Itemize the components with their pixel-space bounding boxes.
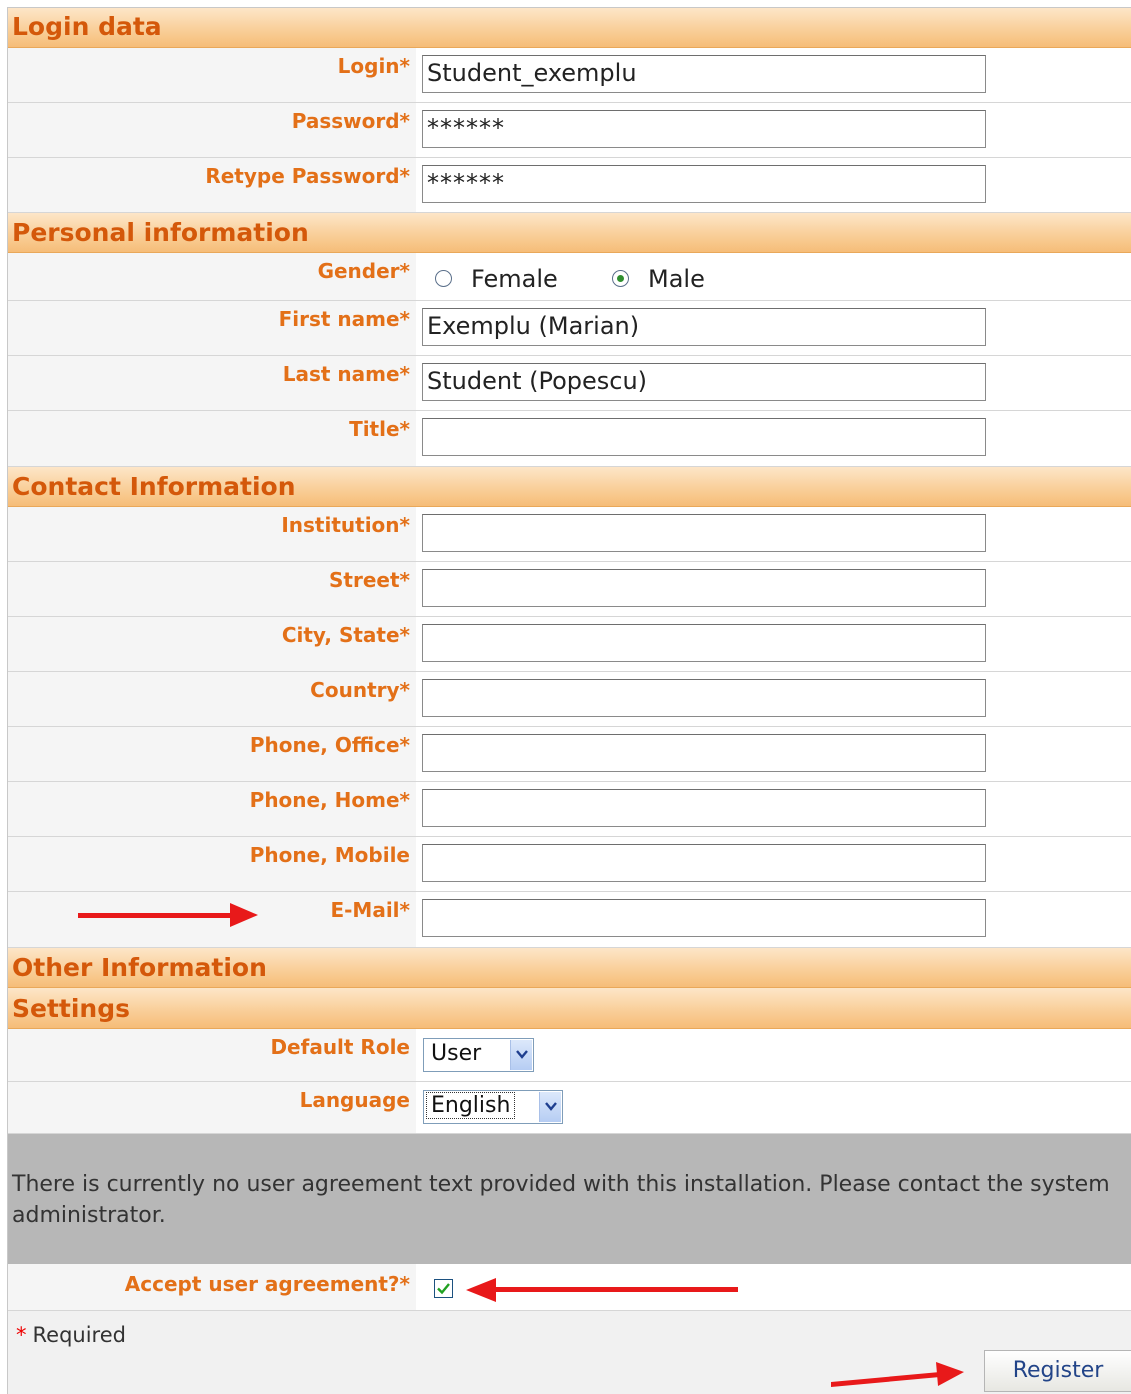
gender-female-label[interactable]: Female [471,265,558,293]
default-role-select[interactable]: User [423,1038,534,1072]
section-other-information: Other Information [8,948,1131,988]
default-role-label: Default Role [8,1029,416,1081]
phone-office-input[interactable] [422,734,986,772]
section-login-data: Login data [8,8,1131,48]
phone-mobile-label: Phone, Mobile [8,837,416,891]
section-contact-information: Contact Information [8,467,1131,507]
email-input[interactable] [422,899,986,937]
default-role-value: User [431,1041,482,1066]
register-button[interactable]: Register [984,1350,1131,1392]
login-input[interactable]: Student_exemplu [422,55,986,93]
phone-mobile-input[interactable] [422,844,986,882]
institution-label: Institution* [8,507,416,561]
section-personal-information: Personal information [8,213,1131,253]
first-name-label: First name* [8,301,416,355]
institution-input[interactable] [422,514,986,552]
section-title: Personal information [12,218,309,247]
required-star: * [16,1323,27,1347]
row-first-name: First name* Exemplu (Marian) [8,301,1131,356]
gender-label: Gender* [8,253,416,300]
row-last-name: Last name* Student (Popescu) [8,356,1131,411]
password-label: Password* [8,103,416,157]
row-language: Language English [8,1082,1131,1134]
row-login: Login* Student_exemplu [8,48,1131,103]
first-name-input[interactable]: Exemplu (Marian) [422,308,986,346]
row-password: Password* ****** [8,103,1131,158]
gender-male-label[interactable]: Male [648,265,705,293]
city-state-label: City, State* [8,617,416,671]
section-title: Login data [12,12,162,41]
accept-agreement-label: Accept user agreement?* [8,1264,416,1310]
user-agreement-message: There is currently no user agreement tex… [12,1172,1110,1228]
last-name-label: Last name* [8,356,416,410]
country-label: Country* [8,672,416,726]
required-text: Required [32,1323,126,1347]
last-name-input[interactable]: Student (Popescu) [422,363,986,401]
login-label: Login* [8,48,416,102]
password-input[interactable]: ****** [422,110,986,148]
chevron-down-icon[interactable] [510,1040,532,1070]
phone-office-label: Phone, Office* [8,727,416,781]
accept-agreement-checkbox[interactable] [434,1279,453,1298]
section-title: Settings [12,994,131,1023]
row-retype-password: Retype Password* ****** [8,158,1131,213]
title-input[interactable] [422,418,986,456]
registration-form: Login data Login* Student_exemplu Passwo… [7,7,1131,1394]
gender-female-radio[interactable] [435,270,452,287]
gender-male-radio[interactable] [612,270,629,287]
country-input[interactable] [422,679,986,717]
title-label: Title* [8,411,416,466]
language-label: Language [8,1082,416,1133]
retype-password-input[interactable]: ****** [422,165,986,203]
row-default-role: Default Role User [8,1029,1131,1082]
row-phone-mobile: Phone, Mobile [8,837,1131,892]
arrow-icon [78,903,258,927]
retype-password-label: Retype Password* [8,158,416,212]
arrow-icon [831,1362,964,1387]
row-title: Title* [8,411,1131,467]
row-phone-office: Phone, Office* [8,727,1131,782]
phone-home-label: Phone, Home* [8,782,416,836]
section-title: Other Information [12,953,267,982]
language-select[interactable]: English [423,1090,563,1124]
arrow-icon [466,1278,738,1302]
checkmark-icon [437,1283,450,1295]
chevron-down-icon[interactable] [539,1092,561,1122]
street-input[interactable] [422,569,986,607]
phone-home-input[interactable] [422,789,986,827]
row-street: Street* [8,562,1131,617]
row-gender: Gender* Female Male [8,253,1131,301]
street-label: Street* [8,562,416,616]
section-title: Contact Information [12,472,296,501]
city-state-input[interactable] [422,624,986,662]
language-value: English [425,1092,516,1119]
row-country: Country* [8,672,1131,727]
row-institution: Institution* [8,507,1131,562]
required-note: * Required [16,1323,126,1347]
section-settings: Settings [8,988,1131,1029]
user-agreement-text: There is currently no user agreement tex… [8,1134,1131,1264]
row-city-state: City, State* [8,617,1131,672]
row-phone-home: Phone, Home* [8,782,1131,837]
